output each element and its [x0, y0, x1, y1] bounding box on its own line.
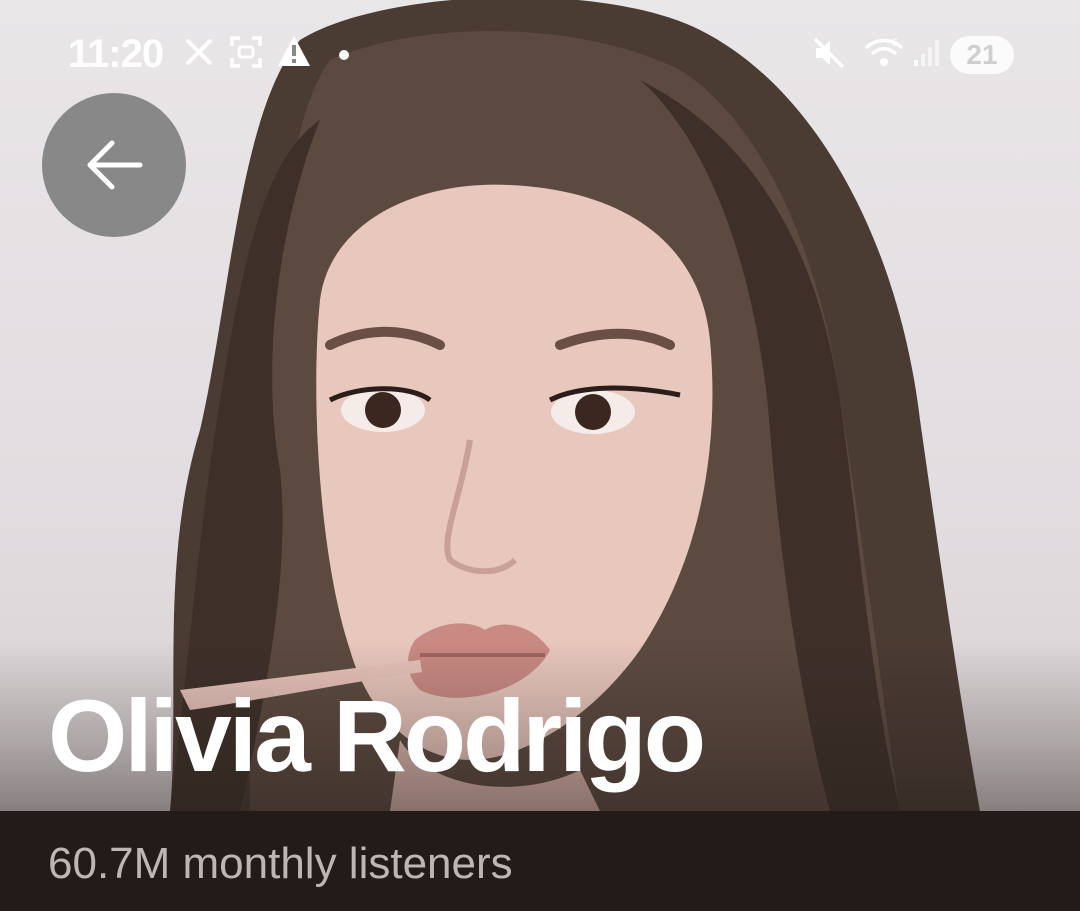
- battery-level: 21: [950, 36, 1014, 74]
- back-button[interactable]: [42, 93, 186, 237]
- status-bar: 11:20 5 21: [0, 22, 1080, 84]
- screenshot-icon: [228, 34, 264, 75]
- monthly-listeners: 60.7M monthly listeners: [48, 839, 513, 888]
- warning-icon: [276, 34, 312, 73]
- artist-info-bar: 60.7M monthly listeners: [0, 811, 1080, 911]
- signal-icon: [912, 36, 942, 73]
- dot-icon: [338, 48, 350, 66]
- x-logo-icon: [183, 36, 215, 73]
- artist-name: Olivia Rodrigo: [48, 679, 706, 793]
- arrow-left-icon: [87, 140, 143, 190]
- mute-icon: [812, 36, 846, 75]
- svg-text:5: 5: [892, 37, 898, 49]
- wifi-icon: 5: [862, 34, 906, 75]
- status-time: 11:20: [68, 32, 164, 76]
